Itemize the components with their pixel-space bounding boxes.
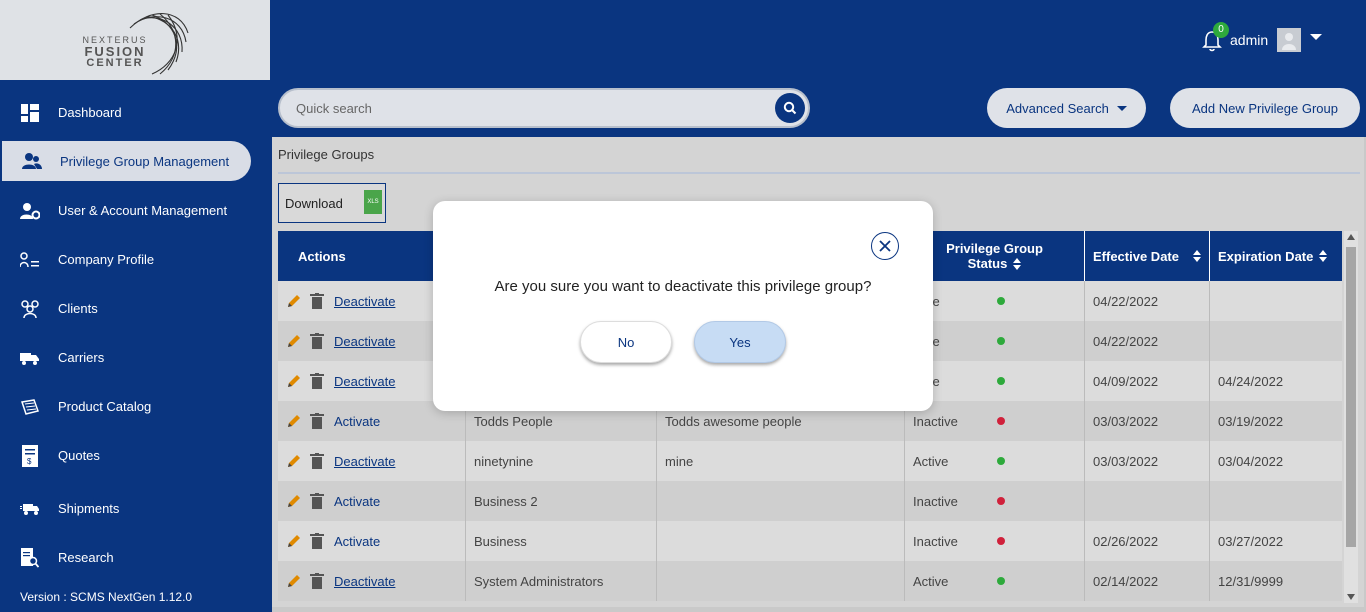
confirm-dialog: Are you sure you want to deactivate this…	[433, 201, 933, 411]
yes-button[interactable]: Yes	[694, 321, 786, 363]
no-button[interactable]: No	[580, 321, 672, 363]
modal-overlay: Are you sure you want to deactivate this…	[0, 0, 1366, 612]
close-icon	[879, 240, 891, 252]
close-button[interactable]	[871, 232, 899, 260]
confirm-message: Are you sure you want to deactivate this…	[494, 278, 872, 295]
